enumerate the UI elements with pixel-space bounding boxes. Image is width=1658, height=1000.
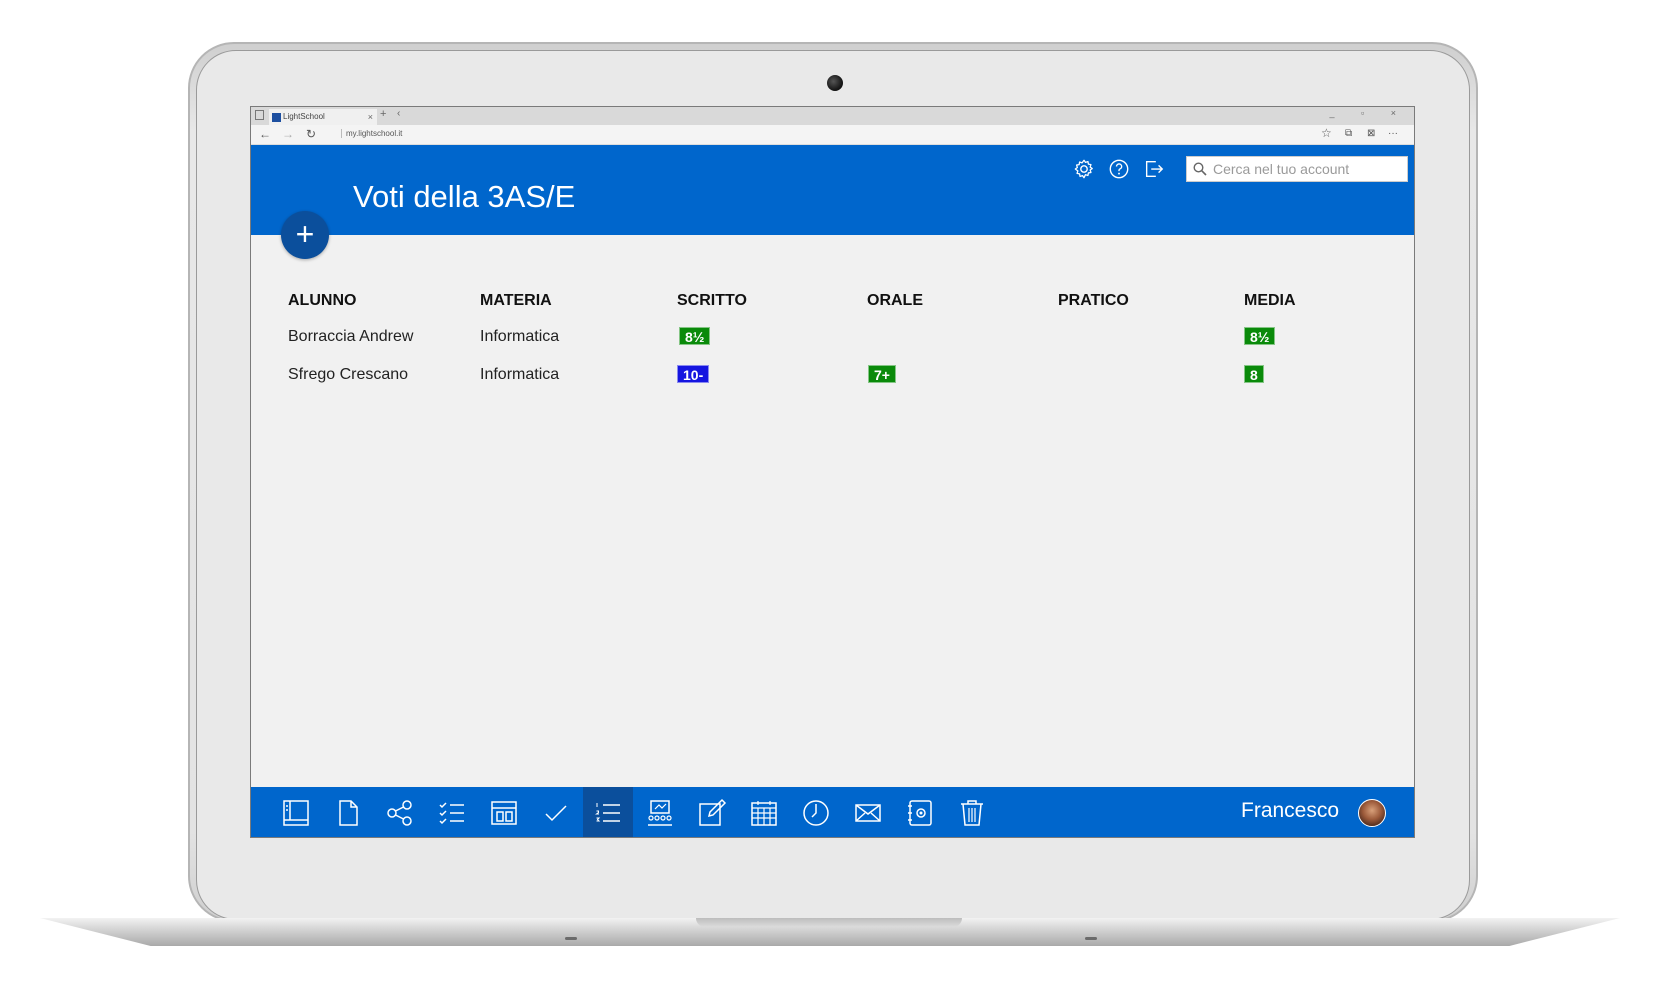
browser-tab[interactable]: LightSchool × — [269, 109, 377, 125]
laptop-foot — [565, 937, 577, 940]
taskbar-timetable[interactable] — [791, 787, 841, 837]
search-icon — [1193, 162, 1207, 176]
calendar-icon — [751, 801, 777, 826]
taskbar-grades[interactable] — [583, 787, 633, 837]
window-controls[interactable]: _ ▫ × — [1330, 108, 1408, 118]
gear-icon[interactable] — [1073, 158, 1095, 180]
tab-close-icon[interactable]: × — [368, 109, 373, 125]
edit-icon — [699, 798, 727, 826]
tabs-chevron-icon[interactable]: ‹ — [397, 108, 400, 119]
app-taskbar: Francesco — [251, 787, 1414, 837]
share-icon — [387, 800, 412, 826]
list-icon — [595, 803, 620, 822]
favicon-icon — [272, 113, 281, 122]
taskbar-trash[interactable] — [947, 787, 997, 837]
column-header-media[interactable]: MEDIA — [1244, 292, 1296, 310]
refresh-icon[interactable]: ↻ — [306, 127, 316, 141]
page-title: Voti della 3AS/E — [353, 179, 576, 214]
screen: LightSchool × + ‹ _ ▫ × ← → ↻ my.lightsc… — [250, 106, 1415, 838]
more-icon[interactable]: ··· — [1388, 128, 1398, 139]
webcam — [827, 75, 843, 91]
url-field[interactable]: my.lightschool.it — [341, 129, 402, 138]
contacts-icon — [908, 800, 932, 826]
taskbar-classroom[interactable] — [635, 787, 685, 837]
grade-badge-media: 8 — [1244, 365, 1264, 383]
help-icon[interactable] — [1108, 158, 1130, 180]
avatar[interactable] — [1358, 799, 1386, 827]
taskbar-notes[interactable] — [687, 787, 737, 837]
mail-icon — [855, 804, 881, 822]
taskbar-check[interactable] — [531, 787, 581, 837]
taskbar-diary[interactable] — [479, 787, 529, 837]
search-input[interactable] — [1213, 161, 1403, 177]
column-header-orale[interactable]: ORALE — [867, 292, 923, 310]
subject-name: Informatica — [480, 366, 560, 383]
back-icon[interactable]: ← — [259, 127, 271, 141]
file-icon — [339, 800, 358, 826]
new-tab-button[interactable]: + — [380, 108, 386, 120]
column-header-scritto[interactable]: SCRITTO — [677, 292, 747, 310]
favorite-icon[interactable]: ☆ — [1321, 126, 1332, 140]
add-button[interactable]: + — [281, 211, 329, 259]
student-name[interactable]: Sfrego Crescano — [288, 366, 408, 384]
tab-overview-icon[interactable] — [255, 110, 264, 120]
grade-badge-media: 8½ — [1244, 327, 1276, 345]
taskbar-mail[interactable] — [843, 787, 893, 837]
app-header: Voti della 3AS/E — [251, 145, 1414, 235]
browser-tabbar: LightSchool × + ‹ _ ▫ × — [251, 107, 1414, 125]
browser-addressbar: ← → ↻ my.lightschool.it ☆ ⧉ ⊠ ··· — [251, 125, 1414, 145]
forward-icon[interactable]: → — [282, 127, 294, 141]
laptop-hinge — [696, 918, 962, 927]
share-icon[interactable]: ⧉ — [1345, 128, 1352, 139]
taskbar-share[interactable] — [375, 787, 425, 837]
search-field[interactable] — [1186, 156, 1408, 182]
check-icon — [545, 805, 567, 822]
laptop-foot — [1085, 937, 1097, 940]
notes-icon[interactable]: ⊠ — [1367, 128, 1375, 139]
logout-icon[interactable] — [1143, 158, 1165, 180]
trash-icon — [961, 800, 983, 826]
column-header-pratico[interactable]: PRATICO — [1058, 292, 1129, 310]
user-name[interactable]: Francesco — [1241, 799, 1339, 823]
grade-badge-scritto[interactable]: 8½ — [679, 327, 711, 345]
classroom-icon — [648, 800, 672, 826]
desktop-icon — [283, 800, 309, 826]
grade-badge-orale[interactable]: 7+ — [868, 365, 896, 383]
clock-icon — [803, 800, 829, 826]
taskbar-desktop[interactable] — [271, 787, 321, 837]
subject-name: Informatica — [480, 328, 560, 345]
taskbar-contacts[interactable] — [895, 787, 945, 837]
column-header-alunno[interactable]: ALUNNO — [288, 292, 356, 310]
taskbar-files[interactable] — [323, 787, 373, 837]
checklist-icon — [439, 802, 464, 825]
tab-title: LightSchool — [283, 112, 325, 121]
student-name[interactable]: Borraccia Andrew — [288, 328, 413, 346]
diary-icon — [491, 801, 517, 825]
column-header-materia[interactable]: MATERIA — [480, 292, 552, 310]
taskbar-checklist[interactable] — [427, 787, 477, 837]
grade-badge-scritto[interactable]: 10- — [677, 365, 710, 383]
taskbar-calendar[interactable] — [739, 787, 789, 837]
